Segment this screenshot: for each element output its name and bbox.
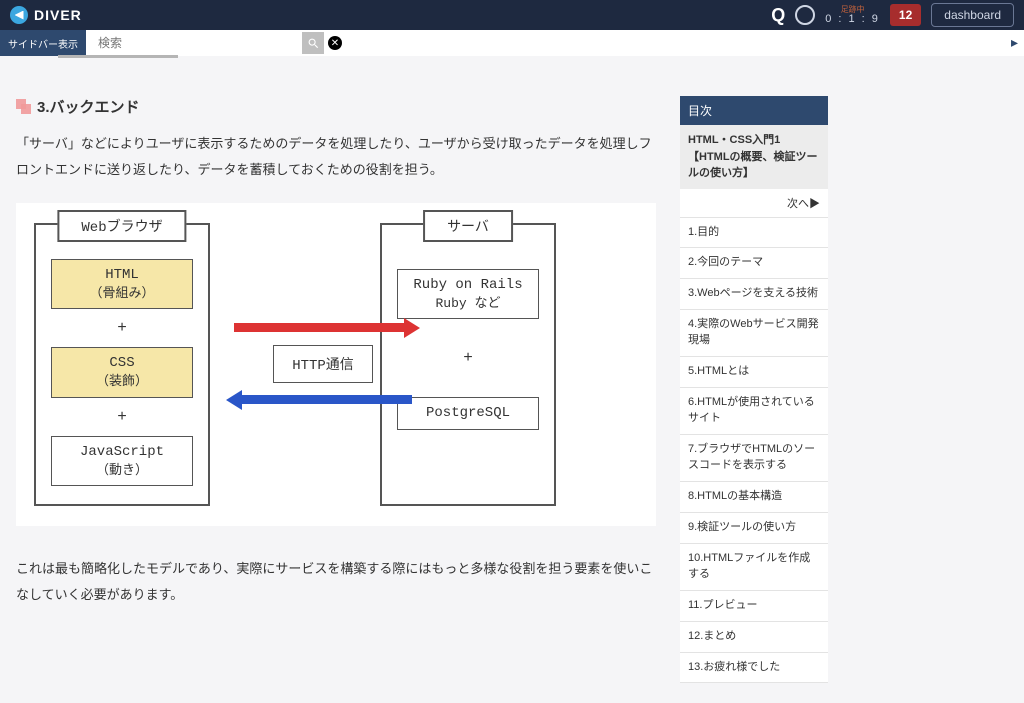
- plus-icon: +: [463, 349, 473, 367]
- toc-next-link[interactable]: 次へ▶: [680, 189, 828, 218]
- brand-logo[interactable]: DIVER: [10, 6, 82, 24]
- toc-item[interactable]: 7.ブラウザでHTMLのソースコードを表示する: [680, 435, 828, 482]
- search-q-icon[interactable]: Q: [771, 5, 785, 26]
- timer: 足跡中 0 : 1 : 9: [825, 6, 880, 25]
- close-icon[interactable]: ✕: [328, 36, 342, 50]
- tech-html: HTML （骨組み）: [51, 259, 193, 309]
- main-content: 3.バックエンド 「サーバ」などによりユーザに表示するためのデータを処理したり、…: [16, 96, 656, 628]
- diagram-http: HTTP通信: [228, 317, 418, 411]
- diagram-browser-title: Webブラウザ: [57, 210, 186, 242]
- arrow-request: [228, 317, 418, 339]
- toc-item[interactable]: 10.HTMLファイルを作成する: [680, 544, 828, 591]
- topbar: DIVER Q 足跡中 0 : 1 : 9 12 dashboard: [0, 0, 1024, 30]
- brand-icon: [10, 6, 28, 24]
- section-heading-text: 3.バックエンド: [37, 96, 140, 117]
- avatar-icon[interactable]: [795, 5, 815, 25]
- search-underline: [58, 55, 178, 58]
- toc-item[interactable]: 12.まとめ: [680, 622, 828, 653]
- toc-header: 目次: [680, 96, 828, 125]
- arrow-response: [228, 389, 418, 411]
- toc-item[interactable]: 5.HTMLとは: [680, 357, 828, 388]
- diagram-server-title: サーバ: [423, 210, 513, 242]
- toc-item[interactable]: 13.お疲れ様でした: [680, 653, 828, 684]
- plus-icon: +: [117, 408, 127, 426]
- toc-item[interactable]: 1.目的: [680, 218, 828, 249]
- tech-rails: Ruby on Rails Ruby など: [397, 269, 539, 319]
- architecture-diagram: Webブラウザ HTML （骨組み） + CSS （装飾） + JavaScri…: [16, 203, 656, 526]
- tech-postgres: PostgreSQL: [397, 397, 539, 430]
- search-button[interactable]: [302, 32, 324, 54]
- toc-item[interactable]: 9.検証ツールの使い方: [680, 513, 828, 544]
- toc-item[interactable]: 11.プレビュー: [680, 591, 828, 622]
- toc-item[interactable]: 4.実際のWebサービス開発現場: [680, 310, 828, 357]
- section-heading: 3.バックエンド: [16, 96, 656, 117]
- tech-css: CSS （装飾）: [51, 347, 193, 397]
- plus-icon: +: [117, 319, 127, 337]
- search-icon: [307, 37, 320, 50]
- tech-js: JavaScript （動き）: [51, 436, 193, 486]
- section-paragraph: 「サーバ」などによりユーザに表示するためのデータを処理したり、ユーザから受け取っ…: [16, 131, 656, 183]
- table-of-contents: 目次 HTML・CSS入門1【HTMLの概要、検証ツールの使い方】 次へ▶ 1.…: [680, 96, 828, 683]
- notification-badge[interactable]: 12: [890, 4, 921, 26]
- http-label: HTTP通信: [273, 345, 373, 383]
- topbar-right: Q 足跡中 0 : 1 : 9 12 dashboard: [771, 3, 1014, 27]
- page-next-arrow[interactable]: ▸: [1011, 34, 1018, 51]
- toc-item[interactable]: 2.今回のテーマ: [680, 248, 828, 279]
- dashboard-button[interactable]: dashboard: [931, 3, 1014, 27]
- section-icon: [16, 99, 31, 114]
- diagram-browser-box: Webブラウザ HTML （骨組み） + CSS （装飾） + JavaScri…: [34, 223, 210, 506]
- search-input[interactable]: [92, 33, 302, 53]
- search-row: サイドバー表示 ✕ ▸: [0, 30, 1024, 56]
- toc-item[interactable]: 6.HTMLが使用されているサイト: [680, 388, 828, 435]
- section-footer-text: これは最も簡略化したモデルであり、実際にサービスを構築する際にはもっと多様な役割…: [16, 556, 656, 608]
- toc-item[interactable]: 3.Webページを支える技術: [680, 279, 828, 310]
- toc-item[interactable]: 8.HTMLの基本構造: [680, 482, 828, 513]
- timer-value: 0 : 1 : 9: [825, 14, 880, 25]
- toc-title: HTML・CSS入門1【HTMLの概要、検証ツールの使い方】: [680, 125, 828, 189]
- sidebar-toggle[interactable]: サイドバー表示: [0, 30, 86, 56]
- brand-text: DIVER: [34, 7, 82, 23]
